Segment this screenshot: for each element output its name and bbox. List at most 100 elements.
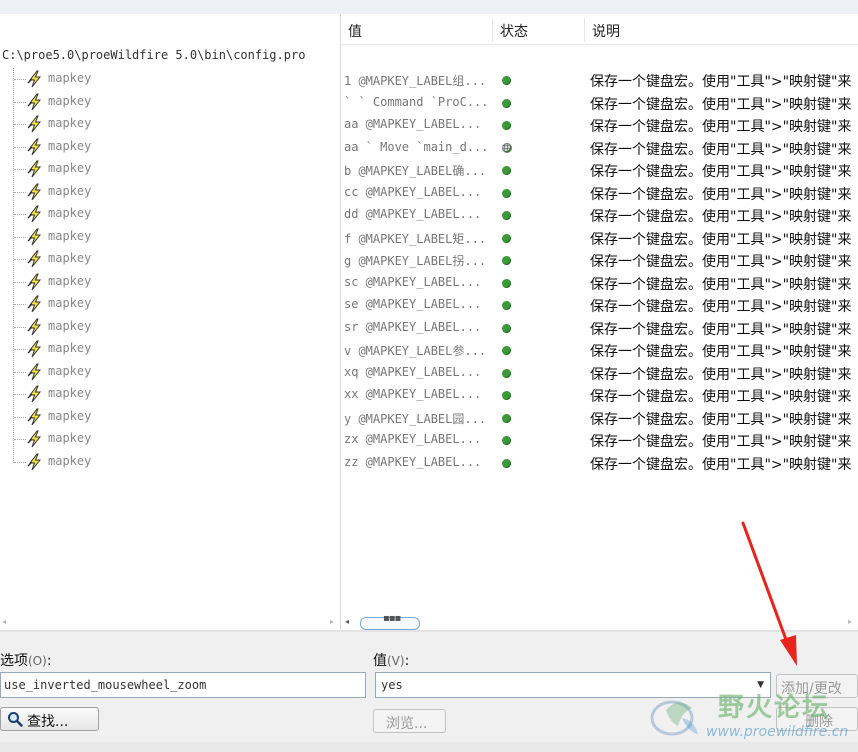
table-row[interactable]: sr @MAPKEY_LABEL... 保存一个键盘宏。使用"工具">"映射键"来	[341, 316, 858, 338]
tree-item-mapkey[interactable]: mapkey	[0, 406, 340, 428]
table-row[interactable]: b @MAPKEY_LABEL确... 保存一个键盘宏。使用"工具">"映射键"来	[341, 158, 858, 180]
lightning-bolt-icon	[27, 453, 42, 471]
status-dot-icon	[502, 346, 511, 355]
tree-root-config-path[interactable]: C:\proe5.0\proeWildfire 5.0\bin\config.p…	[2, 48, 305, 62]
tree-item-mapkey[interactable]: mapkey	[0, 136, 340, 158]
tree-branch-line	[14, 372, 26, 373]
table-row[interactable]: 1 @MAPKEY_LABEL组... 保存一个键盘宏。使用"工具">"映射键"来	[341, 68, 858, 90]
table-row[interactable]: zz @MAPKEY_LABEL... 保存一个键盘宏。使用"工具">"映射键"来	[341, 451, 858, 473]
tree-item-label: mapkey	[48, 206, 92, 220]
lightning-bolt-icon	[27, 408, 42, 426]
tree-item-mapkey[interactable]: mapkey	[0, 271, 340, 293]
tree-branch-line	[14, 214, 26, 215]
lightning-bolt-icon	[27, 93, 42, 111]
cell-description: 保存一个键盘宏。使用"工具">"映射键"来	[590, 232, 852, 248]
table-row[interactable]: cc @MAPKEY_LABEL... 保存一个键盘宏。使用"工具">"映射键"来	[341, 181, 858, 203]
value-label-colon: :	[404, 653, 410, 669]
tree-item-mapkey[interactable]: mapkey	[0, 203, 340, 225]
value-label-text: 值	[373, 653, 387, 669]
tree-item-mapkey[interactable]: mapkey	[0, 91, 340, 113]
tree-branch-line	[14, 79, 26, 80]
tree-item-mapkey[interactable]: mapkey	[0, 316, 340, 338]
column-header-value[interactable]: 值	[348, 21, 362, 41]
tree-branch-line	[14, 327, 26, 328]
lightning-bolt-icon	[27, 115, 42, 133]
status-dot-icon	[502, 166, 511, 175]
cell-description: 保存一个键盘宏。使用"工具">"映射键"来	[590, 164, 852, 180]
cell-description: 保存一个键盘宏。使用"工具">"映射键"来	[590, 344, 852, 360]
scrollbar-thumb[interactable]: ▪▪▪	[360, 613, 420, 630]
tree-item-label: mapkey	[48, 139, 92, 153]
table-row[interactable]: se @MAPKEY_LABEL... 保存一个键盘宏。使用"工具">"映射键"来	[341, 293, 858, 315]
tree-item-mapkey[interactable]: mapkey	[0, 248, 340, 270]
tree-item-mapkey[interactable]: mapkey	[0, 338, 340, 360]
scroll-right-arrow-icon[interactable]: ▸	[848, 617, 852, 626]
browse-button[interactable]: 浏览...	[373, 709, 446, 733]
lightning-bolt-icon	[27, 273, 42, 291]
table-row[interactable]: ` ` Command `ProC... 保存一个键盘宏。使用"工具">"映射键"…	[341, 91, 858, 113]
status-dot-icon	[502, 459, 511, 468]
lightning-bolt-icon	[27, 228, 42, 246]
tree-item-label: mapkey	[48, 364, 92, 378]
status-dot-icon	[502, 76, 511, 85]
tree-item-mapkey[interactable]: mapkey	[0, 113, 340, 135]
column-header-status[interactable]: 状态	[500, 21, 528, 41]
tree-item-label: mapkey	[48, 71, 92, 85]
tree-item-mapkey[interactable]: mapkey	[0, 68, 340, 90]
section-divider	[0, 630, 858, 632]
cell-value: cc @MAPKEY_LABEL...	[344, 185, 482, 199]
tree-item-label: mapkey	[48, 296, 92, 310]
scroll-right-arrow-icon[interactable]: ▸	[330, 617, 334, 626]
status-dot-icon	[502, 121, 511, 130]
tree-item-mapkey[interactable]: mapkey	[0, 226, 340, 248]
table-row[interactable]: zx @MAPKEY_LABEL... 保存一个键盘宏。使用"工具">"映射键"来	[341, 428, 858, 450]
cell-value: se @MAPKEY_LABEL...	[344, 297, 482, 311]
column-divider[interactable]	[584, 18, 585, 42]
tree-item-label: mapkey	[48, 184, 92, 198]
tree-item-mapkey[interactable]: mapkey	[0, 181, 340, 203]
table-row[interactable]: f @MAPKEY_LABEL矩... 保存一个键盘宏。使用"工具">"映射键"来	[341, 226, 858, 248]
tree-item-label: mapkey	[48, 454, 92, 468]
tree-item-label: mapkey	[48, 319, 92, 333]
tree-item-mapkey[interactable]: mapkey	[0, 428, 340, 450]
bottom-bar	[0, 742, 858, 752]
cell-value: dd @MAPKEY_LABEL...	[344, 207, 482, 221]
tree-horizontal-scrollbar[interactable]: ◂ ▸	[0, 615, 340, 629]
table-row[interactable]: sc @MAPKEY_LABEL... 保存一个键盘宏。使用"工具">"映射键"来	[341, 271, 858, 293]
table-row[interactable]: aa ` Move `main_d... 保存一个键盘宏。使用"工具">"映射键"…	[341, 136, 858, 158]
cell-description: 保存一个键盘宏。使用"工具">"映射键"来	[590, 74, 852, 90]
tree-branch-line	[14, 349, 26, 350]
lightning-bolt-icon	[27, 138, 42, 156]
scroll-left-arrow-icon[interactable]: ◂	[2, 617, 6, 626]
lightning-bolt-icon	[27, 430, 42, 448]
lightning-bolt-icon	[27, 183, 42, 201]
table-row[interactable]: v @MAPKEY_LABEL参... 保存一个键盘宏。使用"工具">"映射键"来	[341, 338, 858, 360]
value-accelerator-key: (V)	[387, 654, 405, 668]
scroll-left-arrow-icon[interactable]: ◂	[345, 617, 349, 626]
table-row[interactable]: xx @MAPKEY_LABEL... 保存一个键盘宏。使用"工具">"映射键"来	[341, 383, 858, 405]
tree-item-mapkey[interactable]: mapkey	[0, 383, 340, 405]
tree-item-label: mapkey	[48, 229, 92, 243]
lightning-bolt-icon	[27, 70, 42, 88]
table-row[interactable]: aa @MAPKEY_LABEL... 保存一个键盘宏。使用"工具">"映射键"来	[341, 113, 858, 135]
tree-item-mapkey[interactable]: mapkey	[0, 293, 340, 315]
cell-value: v @MAPKEY_LABEL参...	[344, 344, 487, 358]
tree-item-mapkey[interactable]: mapkey	[0, 158, 340, 180]
tree-item-mapkey[interactable]: mapkey	[0, 451, 340, 473]
tree-item-mapkey[interactable]: mapkey	[0, 361, 340, 383]
option-input[interactable]: use_inverted_mousewheel_zoom	[0, 672, 366, 698]
lightning-bolt-icon	[27, 340, 42, 358]
table-row[interactable]: dd @MAPKEY_LABEL... 保存一个键盘宏。使用"工具">"映射键"来	[341, 203, 858, 225]
column-header-description[interactable]: 说明	[592, 21, 620, 41]
table-row[interactable]: g @MAPKEY_LABEL拐... 保存一个键盘宏。使用"工具">"映射键"来	[341, 248, 858, 270]
table-row[interactable]: xq @MAPKEY_LABEL... 保存一个键盘宏。使用"工具">"映射键"来	[341, 361, 858, 383]
find-button[interactable]: 查找...	[0, 707, 99, 731]
tree-item-label: mapkey	[48, 386, 92, 400]
option-label: 选项(O):	[0, 650, 52, 670]
cell-value: xq @MAPKEY_LABEL...	[344, 365, 482, 379]
column-divider[interactable]	[492, 18, 493, 42]
tree-item-label: mapkey	[48, 161, 92, 175]
table-row[interactable]: y @MAPKEY_LABEL园... 保存一个键盘宏。使用"工具">"映射键"来	[341, 406, 858, 428]
scrollbar-grip: ▪▪▪	[383, 613, 401, 624]
option-label-colon: :	[46, 653, 52, 669]
